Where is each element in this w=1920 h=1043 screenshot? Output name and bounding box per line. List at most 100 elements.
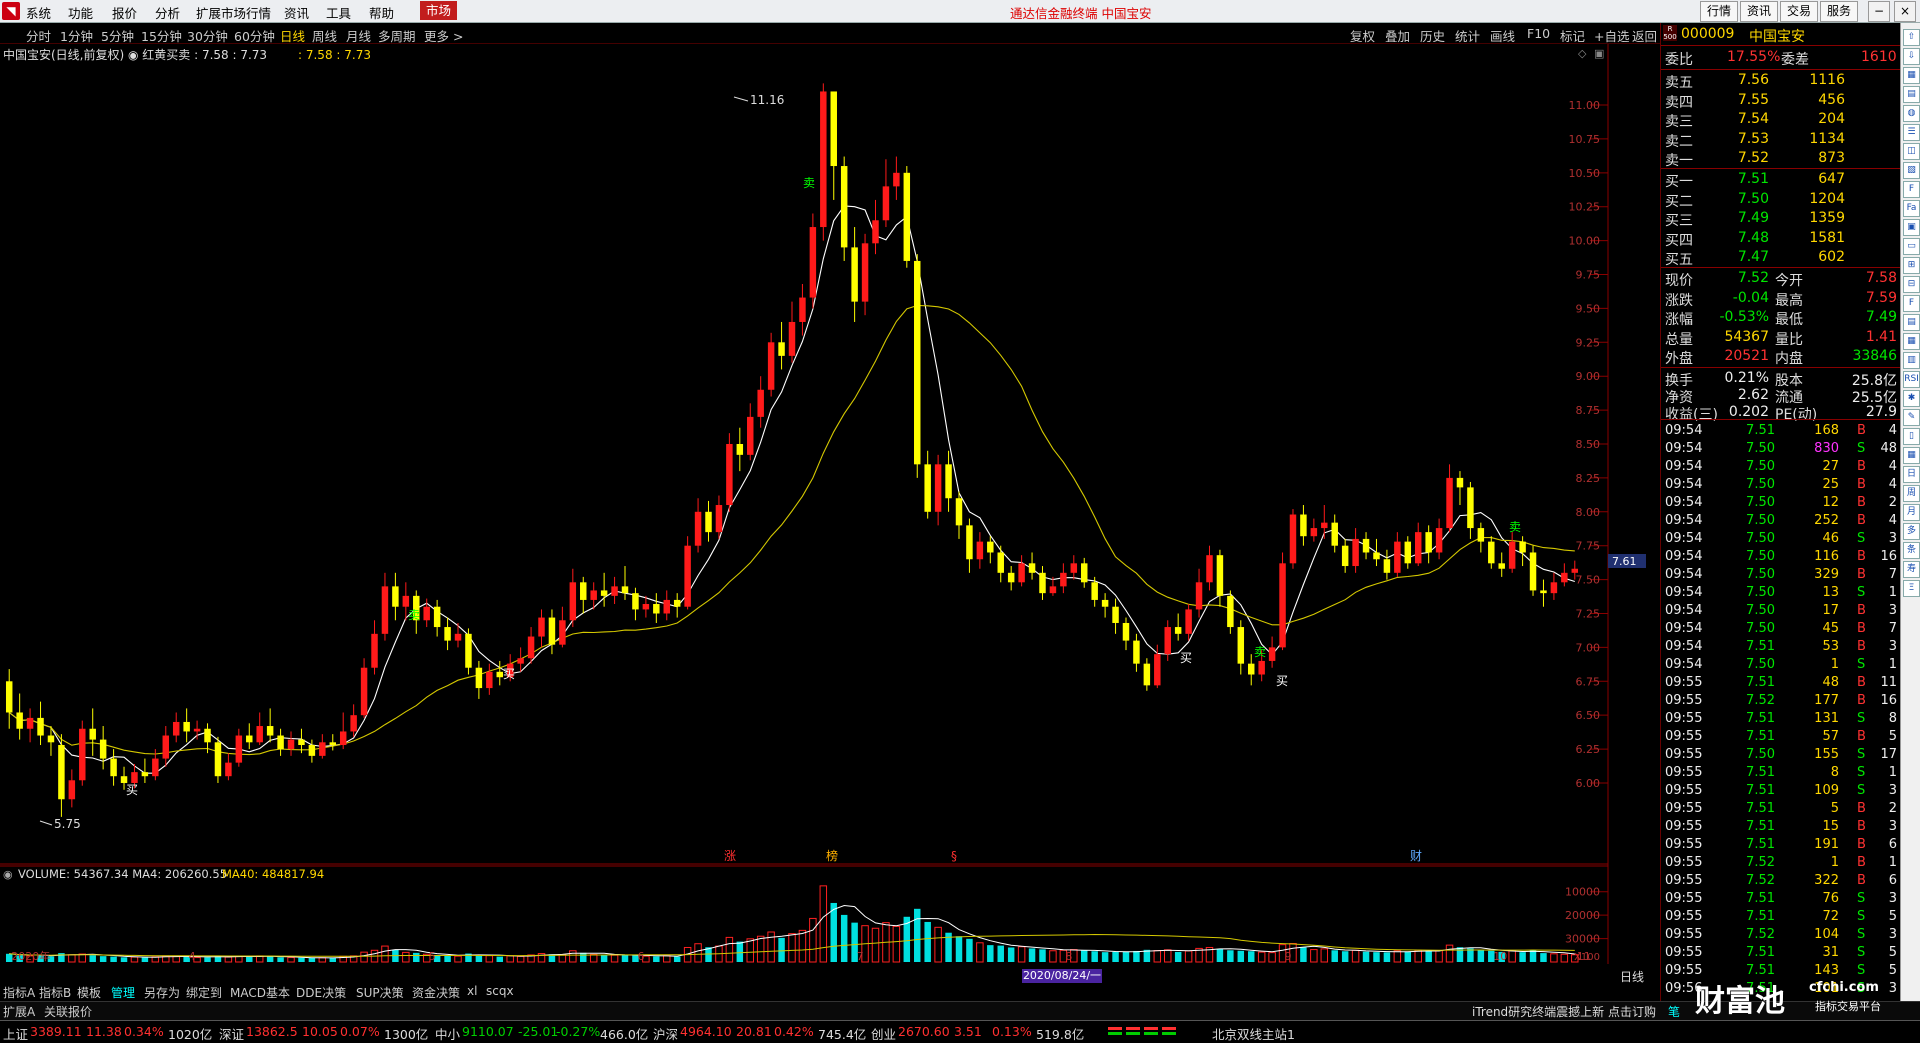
side-tool-icon[interactable]: Fa bbox=[1903, 200, 1920, 217]
index-quote[interactable]: 1020亿 bbox=[168, 1024, 212, 1043]
period-60min[interactable]: 60分钟 bbox=[234, 26, 275, 45]
indicator-tab[interactable]: 指标A bbox=[3, 984, 35, 1001]
period-5min[interactable]: 5分钟 bbox=[101, 26, 134, 45]
indicator-tab[interactable]: 资金决策 bbox=[412, 984, 460, 1001]
side-tool-icon[interactable]: ⇧ bbox=[1903, 29, 1920, 46]
side-tool-icon[interactable]: 周 bbox=[1903, 485, 1920, 502]
index-quote[interactable]: 沪深 bbox=[653, 1024, 678, 1043]
menu-analysis[interactable]: 分析 bbox=[155, 3, 180, 22]
side-tool-icon[interactable]: ▥ bbox=[1903, 352, 1920, 369]
period-weekly[interactable]: 周线 bbox=[312, 26, 337, 45]
volume-collapse-icon[interactable]: ◉ bbox=[3, 868, 13, 881]
index-quote[interactable]: 中小 bbox=[435, 1024, 460, 1043]
chart-diamond-icon[interactable]: ◇ bbox=[1578, 47, 1587, 60]
indicator-tab[interactable]: MACD基本 bbox=[230, 984, 290, 1001]
side-tool-icon[interactable]: ◍ bbox=[1903, 105, 1920, 122]
tool-f10[interactable]: F10 bbox=[1527, 26, 1550, 41]
side-tool-icon[interactable]: ▤ bbox=[1903, 86, 1920, 103]
side-tool-icon[interactable]: ▯ bbox=[1903, 428, 1920, 445]
tool-add-favorite[interactable]: +自选 bbox=[1594, 26, 1629, 45]
index-quote[interactable]: 2670.60 bbox=[898, 1024, 950, 1039]
period-multi[interactable]: 多周期 bbox=[378, 26, 416, 45]
period-daily[interactable]: 日线 bbox=[280, 26, 305, 45]
menu-market[interactable]: 市场 bbox=[420, 1, 458, 20]
side-tool-icon[interactable]: ◫ bbox=[1903, 143, 1920, 160]
side-tool-icon[interactable]: ✱ bbox=[1903, 390, 1920, 407]
side-tool-icon[interactable]: ▦ bbox=[1903, 447, 1920, 464]
server-station[interactable]: 北京双线主站1 bbox=[1212, 1024, 1295, 1043]
index-quote[interactable]: 519.8亿 bbox=[1036, 1024, 1084, 1043]
menu-tools[interactable]: 工具 bbox=[326, 3, 351, 22]
event-section[interactable]: § bbox=[951, 849, 957, 863]
side-tool-icon[interactable]: 月 bbox=[1903, 504, 1920, 521]
side-tool-icon[interactable]: Ξ bbox=[1903, 580, 1920, 597]
side-tool-icon[interactable]: 多 bbox=[1903, 523, 1920, 540]
ext-tab-a[interactable]: 扩展A bbox=[3, 1003, 35, 1020]
side-tool-icon[interactable]: ▣ bbox=[1903, 219, 1920, 236]
index-quote[interactable]: 0.13% bbox=[992, 1024, 1032, 1039]
kline-chart-area[interactable]: 6.00 6.25 6.50 6.75 7.00 7.25 7.50 7.75 8.00 8.25… bbox=[0, 44, 1660, 964]
side-tool-icon[interactable]: F bbox=[1903, 295, 1920, 312]
index-quote[interactable]: 上证 bbox=[3, 1024, 28, 1043]
kline-chart-svg[interactable]: 6.00 6.25 6.50 6.75 7.00 7.25 7.50 7.75 8.00 8.25… bbox=[0, 44, 1660, 964]
side-tool-icon[interactable]: F bbox=[1903, 181, 1920, 198]
btn-service[interactable]: 服务 bbox=[1820, 1, 1859, 22]
index-quote[interactable]: 10.05 bbox=[302, 1024, 338, 1039]
period-30min[interactable]: 30分钟 bbox=[187, 26, 228, 45]
side-tool-icon[interactable]: 日 bbox=[1903, 466, 1920, 483]
side-tool-icon[interactable]: 寿 bbox=[1903, 561, 1920, 578]
btn-news[interactable]: 资讯 bbox=[1740, 1, 1779, 22]
index-quote[interactable]: -0.27% bbox=[556, 1024, 600, 1039]
indicator-tab[interactable]: DDE决策 bbox=[296, 984, 346, 1001]
tool-mark[interactable]: 标记 bbox=[1560, 26, 1585, 45]
index-quote[interactable]: 3.51 bbox=[954, 1024, 982, 1039]
event-dragon-tiger-list[interactable]: 榜 bbox=[826, 848, 838, 863]
index-quote[interactable]: -25.01 bbox=[518, 1024, 558, 1039]
indicator-tab[interactable]: 指标B bbox=[39, 984, 71, 1001]
side-tool-icon[interactable]: ⊟ bbox=[1903, 276, 1920, 293]
menu-quote[interactable]: 报价 bbox=[112, 3, 137, 22]
index-quote[interactable]: 13862.5 bbox=[246, 1024, 298, 1039]
side-tool-icon[interactable]: ▦ bbox=[1903, 67, 1920, 84]
period-1min[interactable]: 1分钟 bbox=[60, 26, 93, 45]
tool-restore-rights[interactable]: 复权 bbox=[1350, 26, 1375, 45]
menu-system[interactable]: 系统 bbox=[26, 3, 51, 22]
period-monthly[interactable]: 月线 bbox=[346, 26, 371, 45]
period-more[interactable]: 更多 > bbox=[424, 26, 463, 45]
menu-help[interactable]: 帮助 bbox=[369, 3, 394, 22]
index-quote[interactable]: 3389.11 bbox=[30, 1024, 82, 1039]
index-quote[interactable]: 0.34% bbox=[124, 1024, 164, 1039]
index-quote[interactable]: 创业 bbox=[871, 1024, 896, 1043]
btn-quote[interactable]: 行情 bbox=[1700, 1, 1739, 22]
tab-bi[interactable]: 笔 bbox=[1668, 1003, 1680, 1020]
side-tool-icon[interactable]: ⇩ bbox=[1903, 48, 1920, 65]
indicator-tab[interactable]: scqx bbox=[486, 984, 514, 998]
index-quote[interactable]: 0.07% bbox=[340, 1024, 380, 1039]
indicator-tab[interactable]: xl bbox=[467, 984, 477, 998]
index-quote[interactable]: 深证 bbox=[219, 1024, 244, 1043]
period-tick[interactable]: 分时 bbox=[26, 26, 51, 45]
side-tool-icon[interactable]: ✎ bbox=[1903, 409, 1920, 426]
promo-link[interactable]: iTrend研究终端震撼上新 点击订购 bbox=[1472, 1003, 1656, 1020]
tool-draw[interactable]: 画线 bbox=[1490, 26, 1515, 45]
index-quote[interactable]: 745.4亿 bbox=[818, 1024, 866, 1043]
side-tool-icon[interactable]: ▦ bbox=[1903, 333, 1920, 350]
tool-history[interactable]: 历史 bbox=[1420, 26, 1445, 45]
indicator-tab[interactable]: 模板 bbox=[77, 984, 101, 1001]
index-quote[interactable]: 466.0亿 bbox=[600, 1024, 648, 1043]
index-quote[interactable]: 4964.10 bbox=[680, 1024, 732, 1039]
tool-overlay[interactable]: 叠加 bbox=[1385, 26, 1410, 45]
event-financial[interactable]: 财 bbox=[1410, 849, 1422, 863]
tool-back[interactable]: 返回 bbox=[1632, 26, 1657, 45]
side-tool-icon[interactable]: ▧ bbox=[1903, 162, 1920, 179]
btn-trade[interactable]: 交易 bbox=[1780, 1, 1819, 22]
index-quote[interactable]: 0.42% bbox=[774, 1024, 814, 1039]
indicator-tab[interactable]: SUP决策 bbox=[356, 984, 404, 1001]
period-15min[interactable]: 15分钟 bbox=[141, 26, 182, 45]
side-tool-icon[interactable]: 条 bbox=[1903, 542, 1920, 559]
chart-expand-icon[interactable]: ▣ bbox=[1594, 47, 1604, 60]
side-tool-icon[interactable]: ☰ bbox=[1903, 124, 1920, 141]
index-quote[interactable]: 11.38 bbox=[86, 1024, 122, 1039]
menu-function[interactable]: 功能 bbox=[68, 3, 93, 22]
side-tool-icon[interactable]: ▤ bbox=[1903, 314, 1920, 331]
